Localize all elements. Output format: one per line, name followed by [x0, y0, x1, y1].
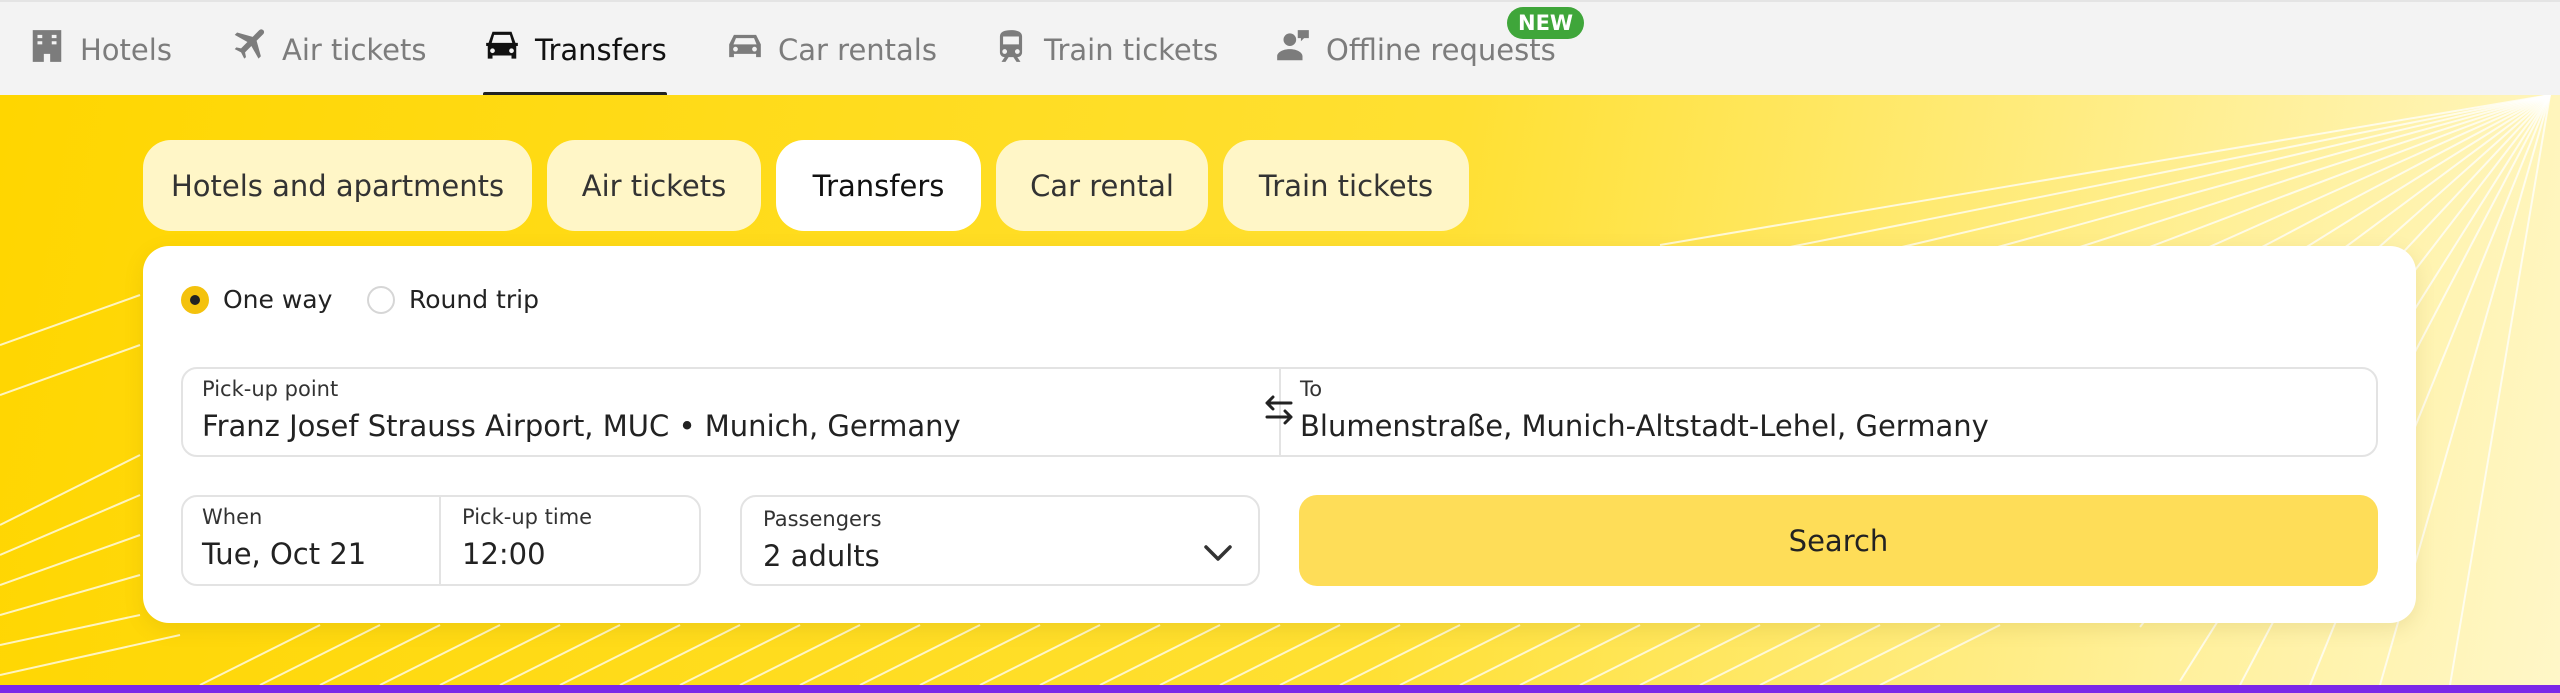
tab-air-tickets[interactable]: Air tickets [547, 140, 761, 231]
pickup-point-field[interactable]: Pick-up point Franz Josef Strauss Airpor… [181, 367, 1279, 457]
nav-item-hotels[interactable]: Hotels [28, 2, 172, 97]
swap-icon[interactable] [1262, 393, 1296, 427]
tab-hotels-and-apartments[interactable]: Hotels and apartments [143, 140, 532, 231]
tab-label: Car rental [1030, 168, 1174, 203]
new-badge: NEW [1507, 7, 1585, 39]
field-value: Tue, Oct 21 [202, 537, 367, 571]
field-value: 2 adults [763, 539, 880, 573]
tab-train-tickets[interactable]: Train tickets [1223, 140, 1469, 231]
nav-item-label: Train tickets [1044, 32, 1219, 67]
person-chat-icon [1274, 27, 1312, 72]
field-label: Pick-up time [462, 505, 593, 529]
chevron-down-icon[interactable] [1203, 543, 1233, 563]
nav-item-label: Car rentals [778, 32, 937, 67]
nav-item-air-tickets[interactable]: Air tickets [230, 2, 427, 97]
car-front-icon [483, 27, 521, 72]
field-value: Franz Josef Strauss Airport, MUC • Munic… [202, 409, 961, 443]
search-button-label: Search [1788, 523, 1889, 558]
top-navigation: Hotels Air tickets Transfers Car rentals… [0, 0, 2560, 97]
tab-label: Train tickets [1258, 168, 1434, 203]
to-field[interactable]: To Blumenstraße, Munich-Altstadt-Lehel, … [1279, 367, 2378, 457]
tab-label: Hotels and apartments [170, 168, 505, 203]
nav-item-train-tickets[interactable]: Train tickets [992, 2, 1218, 97]
radio-one-way[interactable]: One way [181, 285, 332, 314]
radio-round-trip[interactable]: Round trip [367, 285, 539, 314]
field-value: Blumenstraße, Munich-Altstadt-Lehel, Ger… [1300, 409, 1989, 443]
nav-item-label: Hotels [80, 32, 172, 67]
field-label: To [1300, 377, 1323, 401]
nav-item-label: Air tickets [282, 32, 427, 67]
radio-label: One way [223, 285, 333, 314]
train-icon [992, 27, 1030, 72]
nav-item-transfers[interactable]: Transfers [483, 2, 667, 97]
passengers-select[interactable]: Passengers 2 adults [740, 495, 1260, 586]
tab-car-rental[interactable]: Car rental [996, 140, 1208, 231]
nav-item-car-rentals[interactable]: Car rentals [726, 2, 937, 97]
tab-label: Transfers [812, 168, 945, 203]
pickup-time-field[interactable]: Pick-up time 12:00 [441, 495, 701, 586]
car-icon [726, 27, 764, 72]
when-field[interactable]: When Tue, Oct 21 [181, 495, 441, 586]
tab-label: Air tickets [581, 168, 727, 203]
field-label: Passengers [763, 507, 882, 531]
bottom-accent-bar [0, 685, 2560, 693]
field-label: Pick-up point [202, 377, 339, 401]
hotel-icon [28, 27, 66, 72]
field-label: When [202, 505, 263, 529]
tab-transfers[interactable]: Transfers [776, 140, 981, 231]
radio-dot [181, 285, 209, 314]
plane-icon [230, 27, 268, 72]
search-button[interactable]: Search [1299, 495, 2378, 586]
nav-item-label: Transfers [535, 32, 667, 67]
radio-dot [367, 285, 395, 314]
radio-label: Round trip [409, 285, 539, 314]
field-value: 12:00 [462, 537, 546, 571]
